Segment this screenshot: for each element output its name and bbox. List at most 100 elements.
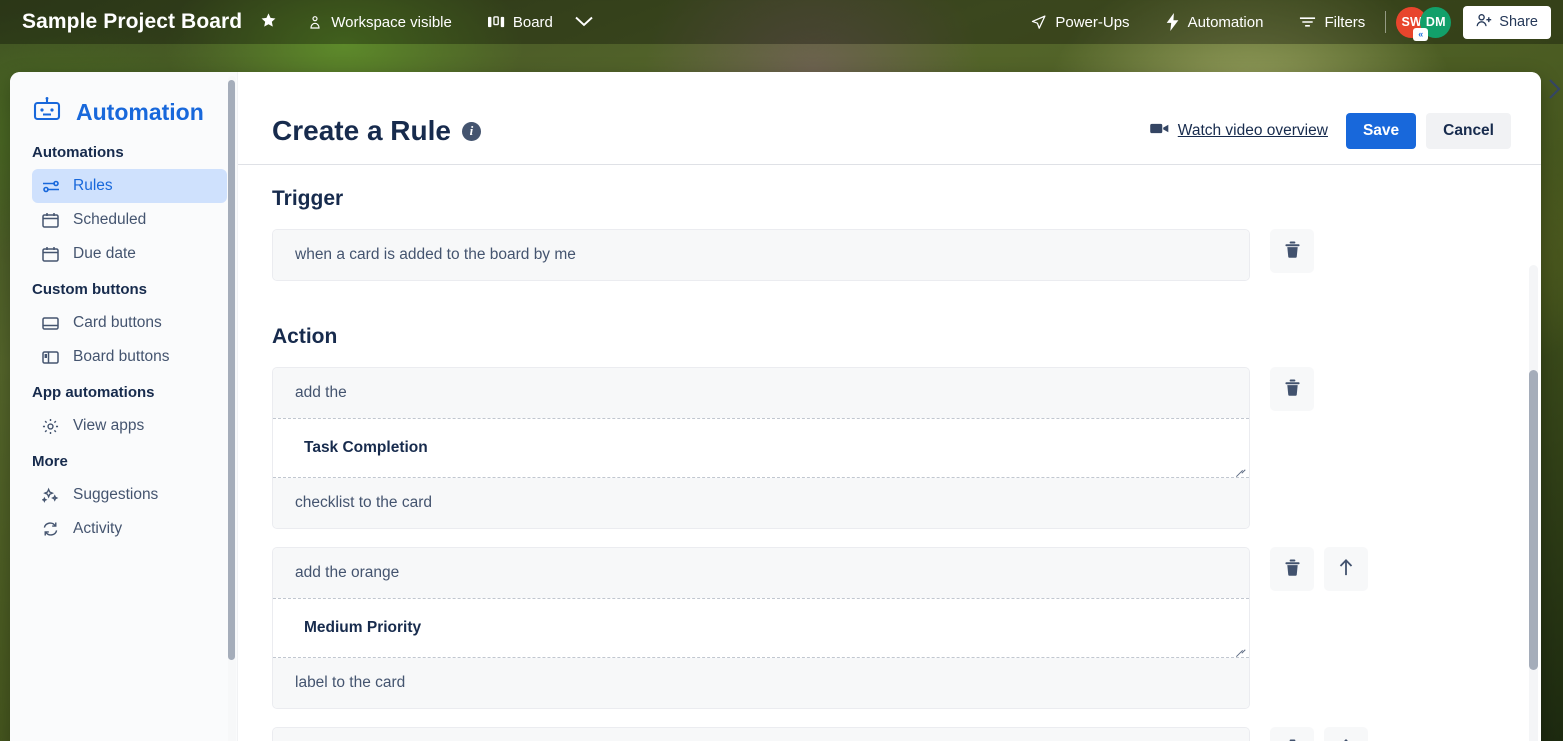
automation-label: Automation — [1187, 13, 1264, 31]
row-spacer — [238, 529, 1541, 547]
sidebar-item-suggestions[interactable]: Suggestions — [32, 478, 227, 512]
action-prefix-text: add the — [273, 368, 1249, 418]
filters-label: Filters — [1324, 13, 1366, 31]
filter-icon — [1299, 15, 1316, 29]
page-title: Create a Rule i — [272, 115, 481, 147]
resize-grip-icon[interactable] — [1234, 464, 1246, 476]
trigger-block[interactable]: when a card is added to the board by me — [272, 229, 1250, 281]
chevron-down-icon[interactable] — [575, 14, 593, 30]
automation-button[interactable]: Automation — [1160, 9, 1270, 35]
sidebar-group-automations: Automations — [32, 144, 124, 161]
action-row: add the Task Completion checklist to the… — [272, 367, 1541, 529]
robot-icon — [32, 96, 62, 128]
rocket-icon — [1030, 14, 1047, 31]
sidebar-item-label: Suggestions — [73, 486, 159, 503]
power-ups-button[interactable]: Power-Ups — [1024, 10, 1135, 35]
action-prefix-text: add the orange — [273, 548, 1249, 598]
bolt-icon — [1166, 13, 1180, 31]
action-value-field[interactable]: Task Completion — [273, 418, 1249, 478]
main-scrollbar-thumb[interactable] — [1529, 370, 1538, 670]
resize-grip-icon[interactable] — [1234, 644, 1246, 656]
sidebar-item-due-date[interactable]: Due date — [32, 237, 227, 271]
automation-sidebar: Automation Automations Rules Scheduled D… — [10, 72, 238, 741]
action-value-text: Task Completion — [304, 439, 428, 456]
topbar-divider — [1385, 11, 1387, 33]
rule-editor-body: Trigger when a card is added to the boar… — [238, 165, 1541, 741]
calendar-icon — [42, 246, 60, 262]
sidebar-item-label: View apps — [73, 417, 145, 434]
trigger-section-label: Trigger — [272, 187, 344, 210]
sidebar-group-more: More — [32, 453, 68, 470]
action-block[interactable] — [272, 727, 1250, 741]
action-row-actions — [1270, 547, 1368, 591]
sidebar-item-activity[interactable]: Activity — [32, 512, 227, 546]
sidebar-item-board-buttons[interactable]: Board buttons — [32, 340, 227, 374]
power-ups-label: Power-Ups — [1055, 13, 1130, 31]
main-header: Create a Rule i Watch video overview Sav… — [238, 72, 1541, 164]
action-value-field[interactable]: Medium Priority — [273, 598, 1249, 658]
avatar-badge: « — [1413, 27, 1429, 41]
sidebar-item-label: Card buttons — [73, 314, 162, 331]
row-spacer — [238, 709, 1541, 727]
info-icon[interactable]: i — [461, 121, 481, 141]
refresh-icon — [42, 521, 60, 537]
board-icon — [42, 350, 60, 365]
trigger-row-actions — [1270, 229, 1314, 273]
workspace-visibility-label: Workspace visible — [331, 13, 452, 31]
action-row: add the orange Medium Priority label to … — [272, 547, 1541, 709]
delete-action-button[interactable] — [1270, 367, 1314, 411]
delete-action-button[interactable] — [1270, 727, 1314, 741]
trash-icon — [1284, 378, 1301, 400]
action-section-label: Action — [272, 325, 338, 348]
lock-person-icon — [307, 14, 323, 30]
sidebar-group-custom-buttons: Custom buttons — [32, 281, 147, 298]
trigger-text: when a card is added to the board by me — [273, 230, 1249, 280]
sidebar-item-scheduled[interactable]: Scheduled — [32, 203, 227, 237]
sidebar-item-label: Due date — [73, 245, 136, 262]
sidebar-title: Automation — [76, 98, 204, 125]
action-suffix-text: checklist to the card — [273, 478, 1249, 528]
delete-trigger-button[interactable] — [1270, 229, 1314, 273]
sidebar-item-view-apps[interactable]: View apps — [32, 409, 227, 443]
board-title[interactable]: Sample Project Board — [22, 10, 242, 34]
watch-video-label: Watch video overview — [1177, 122, 1328, 139]
action-row-actions — [1270, 367, 1314, 411]
save-button[interactable]: Save — [1345, 113, 1417, 149]
automation-main-content: Create a Rule i Watch video overview Sav… — [238, 72, 1541, 741]
chevron-right-icon[interactable] — [1548, 78, 1561, 106]
board-view-label: Board — [512, 13, 553, 31]
watch-video-overview-link[interactable]: Watch video overview — [1149, 122, 1328, 140]
arrow-up-icon — [1338, 558, 1354, 580]
board-top-bar: Sample Project Board Workspace visible B… — [0, 0, 1563, 44]
move-action-up-button[interactable] — [1324, 727, 1368, 741]
action-prefix-text — [273, 728, 1249, 741]
move-action-up-button[interactable] — [1324, 547, 1368, 591]
action-row — [272, 727, 1541, 741]
board-columns-icon — [487, 15, 505, 29]
sidebar-item-rules[interactable]: Rules — [32, 169, 227, 203]
action-block[interactable]: add the orange Medium Priority label to … — [272, 547, 1250, 709]
sidebar-item-label: Rules — [73, 177, 113, 194]
sidebar-header: Automation — [10, 72, 237, 134]
action-suffix-text: label to the card — [273, 658, 1249, 708]
action-block[interactable]: add the Task Completion checklist to the… — [272, 367, 1250, 529]
delete-action-button[interactable] — [1270, 547, 1314, 591]
sidebar-group-app-automations: App automations — [32, 384, 155, 401]
sidebar-item-card-buttons[interactable]: Card buttons — [32, 306, 227, 340]
share-label: Share — [1499, 14, 1538, 30]
trash-icon — [1284, 558, 1301, 580]
card-icon — [42, 316, 60, 331]
trigger-row: when a card is added to the board by me — [272, 229, 1541, 281]
sidebar-scrollbar-thumb[interactable] — [228, 80, 235, 660]
automation-modal: Automation Automations Rules Scheduled D… — [10, 72, 1541, 741]
filters-button[interactable]: Filters — [1293, 10, 1371, 35]
share-button[interactable]: Share — [1463, 5, 1551, 39]
video-camera-icon — [1149, 122, 1169, 140]
star-icon[interactable] — [260, 12, 277, 33]
sidebar-item-label: Activity — [73, 520, 123, 537]
page-title-text: Create a Rule — [272, 115, 451, 146]
member-avatars: SW DM « — [1396, 6, 1452, 41]
workspace-visibility-button[interactable]: Workspace visible — [301, 10, 458, 35]
board-view-button[interactable]: Board — [482, 10, 559, 35]
cancel-button[interactable]: Cancel — [1426, 113, 1511, 149]
